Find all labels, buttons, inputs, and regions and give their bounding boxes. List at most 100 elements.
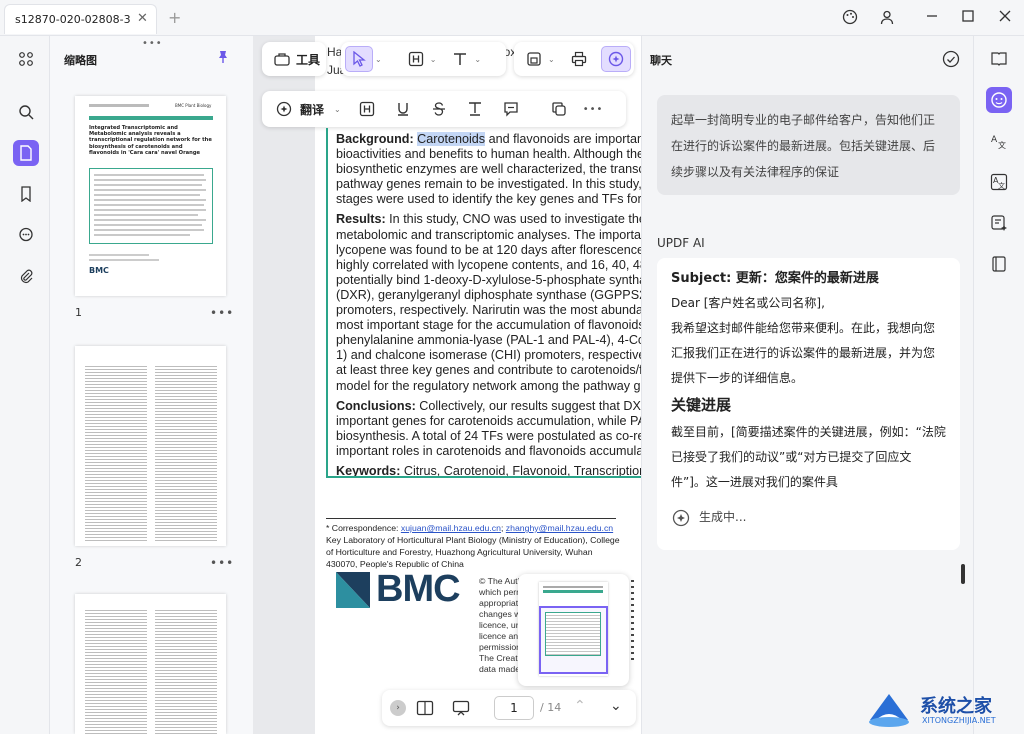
correspondence-label: * Correspondence: — [326, 523, 401, 533]
presentation-icon[interactable] — [452, 699, 470, 720]
site-watermark: 系统之家 XITONGZHIJIA.NET — [860, 686, 1024, 734]
chevron-down-icon[interactable]: ⌄ — [334, 105, 341, 114]
conclusions-label: Conclusions: — [336, 398, 416, 413]
abstract-line: bioactivities and benefits to human heal… — [336, 147, 641, 162]
chevron-down-icon[interactable]: ⌄ — [474, 55, 481, 64]
more-options-icon[interactable]: ••• — [583, 104, 604, 115]
keywords-text: Citrus, Carotenoid, Flavonoid, Transcrip… — [403, 463, 641, 478]
svg-text:A: A — [991, 135, 998, 145]
chat-panel: 聊天 起草一封简明专业的电子邮件给客户，告知他们正在进行的诉讼案件的最新进展。包… — [641, 36, 973, 734]
ai-translate-icon[interactable] — [270, 96, 298, 122]
reader-icon[interactable] — [986, 46, 1012, 72]
copy-icon[interactable] — [545, 96, 573, 122]
thumb-journal-name: BMC Plant Biology — [175, 103, 212, 108]
maximize-icon[interactable] — [958, 9, 978, 27]
selected-text[interactable]: Carotenoids — [417, 132, 486, 146]
left-rail — [0, 36, 50, 734]
palette-icon[interactable] — [840, 9, 860, 29]
comment-icon[interactable] — [13, 222, 39, 248]
footnote-rule — [326, 518, 616, 519]
bookmark-icon[interactable] — [13, 181, 39, 207]
page-navigation-bar: › 1 / 14 ⌃ ⌄ — [382, 690, 636, 726]
ai-spinner-icon — [672, 509, 690, 526]
abstract-line: pathway genes remain to be investigated.… — [336, 177, 641, 192]
account-icon[interactable] — [877, 9, 897, 29]
minimize-icon[interactable] — [922, 9, 942, 27]
print-icon[interactable] — [565, 46, 593, 72]
abstract-line: phenylalanine ammonia-lyase (PAL-1 and P… — [336, 333, 641, 348]
chevron-down-icon[interactable]: ⌄ — [430, 55, 437, 64]
previous-page-icon[interactable]: ⌃ — [574, 698, 586, 714]
page-1-more-button[interactable]: ••• — [210, 306, 234, 320]
svg-text:文: 文 — [998, 181, 1005, 190]
page-thumbnail-1[interactable]: BMC Plant Biology Integrated Transcripto… — [75, 96, 226, 296]
page-thumbnail-3[interactable] — [75, 594, 226, 734]
text-box-icon[interactable] — [402, 46, 430, 72]
email-link-2[interactable]: zhanghy@mail.hzau.edu.cn — [506, 523, 613, 533]
close-tab-icon[interactable]: ✕ — [137, 11, 148, 26]
translate-label[interactable]: 翻译 — [300, 101, 324, 118]
reply-greeting: Dear [客户姓名或公司名称], — [671, 296, 825, 310]
new-tab-button[interactable]: + — [168, 8, 181, 27]
search-icon[interactable] — [13, 99, 39, 125]
chat-panel-title: 聊天 — [650, 54, 672, 67]
page-minimap[interactable] — [518, 574, 629, 686]
page-icon[interactable] — [13, 140, 39, 166]
tools-label[interactable]: 工具 — [296, 51, 320, 68]
summarize-icon[interactable] — [986, 210, 1012, 236]
abstract-line: promoters, respectively. Narirutin was t… — [336, 303, 641, 318]
abstract-line: most important stage for the accumulatio… — [336, 318, 641, 333]
abstract-line: potentially bind 1-deoxy-D-xylulose-5-ph… — [336, 272, 641, 287]
affiliation-line: of Horticulture and Forestry, Huazhong A… — [326, 547, 593, 557]
text-icon[interactable] — [446, 46, 474, 72]
next-page-icon[interactable]: ⌄ — [610, 698, 622, 714]
drag-handle[interactable]: ••• — [142, 38, 163, 49]
correspondence: * Correspondence: xujuan@mail.hzau.edu.c… — [326, 522, 626, 570]
right-rail: A文 A文 — [973, 36, 1024, 734]
abstract-line: biosynthetic enzymes are well characteri… — [336, 162, 641, 177]
pin-icon[interactable] — [216, 50, 230, 68]
document-tab[interactable]: s12870-020-02808-3 ✕ — [4, 4, 157, 34]
abstract-line: important roles in carotenoids and flavo… — [336, 443, 641, 458]
highlight-icon[interactable] — [353, 96, 381, 122]
reply-paragraph: 我希望这封邮件能给您带来便利。在此，我想向您汇报我们正在进行的诉讼案件的最新进展… — [671, 321, 936, 385]
chevron-down-icon[interactable]: ⌄ — [548, 55, 555, 64]
thumb-bmc-logo: BMC — [89, 266, 109, 275]
attachment-icon[interactable] — [13, 263, 39, 289]
tab-title: s12870-020-02808-3 — [15, 13, 131, 26]
translate-icon[interactable]: A文 — [986, 128, 1012, 154]
abstract-line: In this study, CNO was used to investiga… — [389, 212, 641, 227]
abstract-line: lycopene was found to be at 120 days aft… — [336, 242, 641, 257]
close-window-icon[interactable] — [995, 9, 1015, 27]
page-number-1: 1 — [75, 306, 82, 319]
file-toolbar: ⌄ — [514, 42, 634, 76]
ai-chat-icon[interactable] — [986, 87, 1012, 113]
tools-icon[interactable] — [268, 46, 296, 72]
abstract-line: model for the regulatory network among t… — [336, 378, 641, 393]
thumb-article-title: Integrated Transcriptomic and Metabolomi… — [89, 125, 212, 156]
text-underline-icon[interactable] — [461, 96, 489, 122]
history-icon[interactable] — [942, 50, 960, 71]
ocr-icon[interactable]: A文 — [986, 169, 1012, 195]
two-page-view-icon[interactable] — [416, 699, 434, 720]
document-scrollbar[interactable] — [631, 580, 637, 670]
bmc-wordmark: BMC — [376, 568, 461, 610]
book-icon[interactable] — [986, 251, 1012, 277]
underline-icon[interactable] — [389, 96, 417, 122]
page-2-more-button[interactable]: ••• — [210, 556, 234, 570]
grid-icon[interactable] — [13, 46, 39, 72]
strikethrough-icon[interactable] — [425, 96, 453, 122]
thumbnail-panel: ••• 缩略图 BMC Plant Biology Integrated Tra… — [50, 36, 253, 734]
comment-icon[interactable] — [497, 96, 525, 122]
chevron-down-icon[interactable]: ⌄ — [375, 55, 382, 64]
keywords-label: Keywords: — [336, 463, 401, 478]
ai-assistant-icon[interactable] — [600, 46, 631, 72]
collapse-arrow-icon[interactable]: › — [390, 700, 406, 716]
chat-scrollbar[interactable] — [961, 564, 965, 584]
page-thumbnail-2[interactable] — [75, 346, 226, 546]
page-number-input[interactable]: 1 — [494, 696, 534, 720]
save-icon[interactable] — [520, 46, 548, 72]
select-cursor-icon[interactable] — [345, 46, 373, 72]
reply-heading: 关键进展 — [671, 396, 732, 414]
email-link-1[interactable]: xujuan@mail.hzau.edu.cn — [401, 523, 501, 533]
